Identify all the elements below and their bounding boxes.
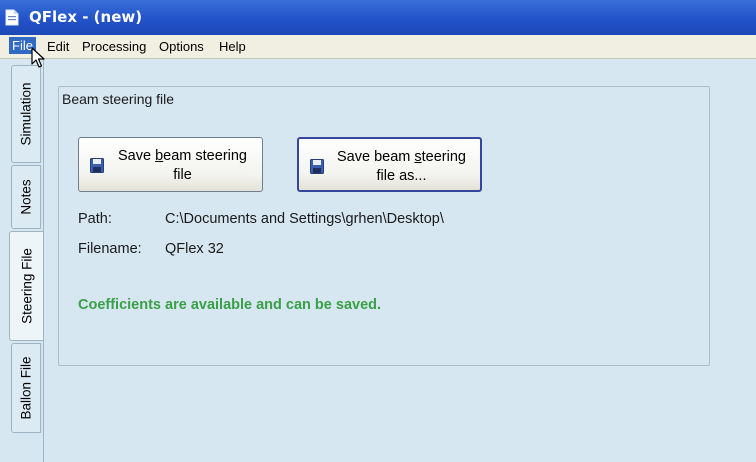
group-title: Beam steering file: [62, 91, 175, 107]
app-document-icon: [5, 9, 19, 26]
menu-edit[interactable]: Edit: [47, 39, 69, 54]
tab-simulation-label: Simulation: [18, 82, 34, 146]
floppy-disk-icon: [90, 158, 104, 173]
filename-label: Filename:: [78, 241, 142, 257]
menu-bar: File Edit Processing Options Help: [0, 35, 756, 59]
tab-ballon-file-label: Ballon File: [18, 356, 34, 420]
mouse-pointer-icon: [31, 47, 45, 68]
path-label: Path:: [78, 211, 112, 227]
save-as-button-label: Save beam steering file as...: [337, 149, 466, 184]
menu-help[interactable]: Help: [219, 39, 246, 54]
tab-steering-file[interactable]: Steering File: [9, 231, 43, 341]
save-beam-steering-button[interactable]: Save beam steering file: [78, 137, 263, 192]
title-bar: QFlex - (new): [0, 0, 756, 35]
tab-steering-file-label: Steering File: [19, 248, 34, 324]
filename-value: QFlex 32: [165, 241, 224, 257]
status-message: Coefficients are available and can be sa…: [78, 297, 382, 313]
menu-processing[interactable]: Processing: [82, 39, 146, 54]
tab-strip: Simulation Notes Steering File Ballon Fi…: [9, 65, 43, 435]
tab-notes-label: Notes: [18, 179, 34, 215]
save-beam-steering-as-button[interactable]: Save beam steering file as...: [297, 137, 482, 192]
tab-simulation[interactable]: Simulation: [11, 65, 41, 163]
tab-ballon-file[interactable]: Ballon File: [11, 343, 41, 433]
floppy-disk-icon: [310, 159, 324, 174]
path-value: C:\Documents and Settings\grhen\Desktop\: [165, 211, 444, 227]
menu-options[interactable]: Options: [159, 39, 204, 54]
window-title: QFlex - (new): [29, 8, 143, 26]
tab-notes[interactable]: Notes: [11, 165, 41, 229]
save-button-label: Save beam steering file: [118, 148, 247, 183]
